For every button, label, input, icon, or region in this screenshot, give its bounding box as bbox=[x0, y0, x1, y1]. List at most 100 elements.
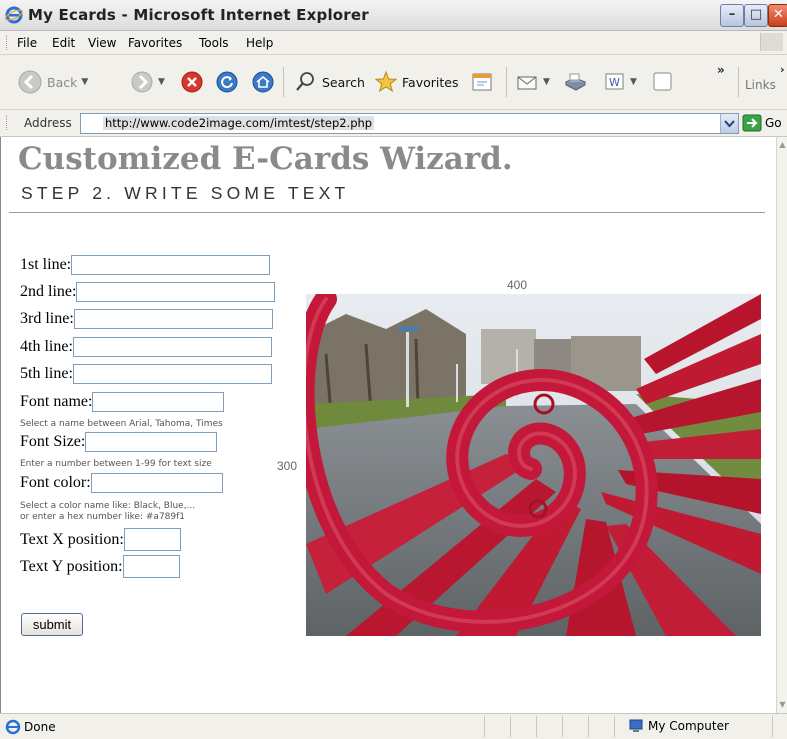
status-divider bbox=[510, 716, 511, 737]
favorites-button[interactable]: Favorites bbox=[374, 68, 458, 96]
text-x-row: Text X position: bbox=[20, 528, 181, 551]
title-bar: My Ecards - Microsoft Internet Explorer … bbox=[0, 0, 787, 31]
back-button[interactable]: Back ▼ bbox=[17, 68, 88, 96]
toolbar-separator bbox=[283, 67, 284, 97]
maximize-button[interactable]: □ bbox=[744, 4, 768, 27]
line4-row: 4th line: bbox=[20, 337, 272, 357]
minimize-button[interactable]: – bbox=[720, 4, 744, 27]
forward-dropdown-icon[interactable]: ▼ bbox=[158, 77, 165, 87]
edit-button[interactable]: W ▼ bbox=[604, 68, 637, 96]
edit-dropdown-icon[interactable]: ▼ bbox=[630, 77, 637, 87]
menu-help[interactable]: Help bbox=[246, 36, 273, 50]
print-icon bbox=[564, 73, 587, 91]
text-x-input[interactable] bbox=[123, 528, 181, 551]
line2-label: 2nd line: bbox=[20, 283, 77, 300]
menu-favorites[interactable]: Favorites bbox=[128, 36, 182, 50]
line5-input[interactable] bbox=[72, 364, 272, 384]
mail-dropdown-icon[interactable]: ▼ bbox=[543, 77, 550, 87]
status-text: Done bbox=[24, 720, 56, 734]
back-label: Back bbox=[47, 74, 78, 90]
menu-tools[interactable]: Tools bbox=[199, 36, 229, 50]
discuss-icon bbox=[653, 72, 672, 91]
favorites-label: Favorites bbox=[402, 74, 459, 90]
toolbar-overflow-chevron[interactable]: » bbox=[717, 63, 725, 77]
text-y-input[interactable] bbox=[122, 555, 180, 578]
font-color-input[interactable] bbox=[90, 473, 223, 493]
menu-file[interactable]: File bbox=[17, 36, 37, 50]
go-arrow-icon bbox=[742, 114, 762, 132]
page-subtitle: STEP 2. WRITE SOME TEXT bbox=[21, 183, 350, 203]
forward-arrow-icon bbox=[131, 71, 153, 93]
print-button[interactable] bbox=[562, 68, 588, 96]
windows-logo-icon bbox=[760, 33, 783, 51]
address-dropdown-button[interactable] bbox=[720, 114, 738, 133]
vertical-scrollbar[interactable]: ▲ ▼ bbox=[776, 137, 787, 713]
history-button[interactable] bbox=[470, 68, 494, 96]
submit-button[interactable]: submit bbox=[21, 613, 83, 636]
search-button[interactable]: Search bbox=[292, 68, 365, 96]
address-url[interactable]: http://www.code2image.com/imtest/step2.p… bbox=[103, 116, 375, 130]
menu-edit[interactable]: Edit bbox=[52, 36, 75, 50]
font-color-hint-hex: or enter a hex number like: #a789f1 bbox=[20, 512, 186, 522]
home-button[interactable] bbox=[251, 68, 275, 96]
line1-label: 1st line: bbox=[20, 256, 72, 273]
font-name-row: Font name: bbox=[20, 392, 225, 412]
page-title: Customized E-Cards Wizard. bbox=[18, 141, 513, 177]
stop-icon bbox=[181, 71, 203, 93]
line3-label: 3rd line: bbox=[20, 310, 74, 327]
menu-view[interactable]: View bbox=[88, 36, 116, 50]
font-size-label: Font Size: bbox=[20, 433, 86, 450]
status-divider bbox=[772, 716, 773, 737]
line1-input[interactable] bbox=[71, 255, 271, 275]
toolbar-grip[interactable] bbox=[6, 35, 9, 50]
forward-button[interactable]: ▼ bbox=[130, 68, 165, 96]
back-dropdown-icon[interactable]: ▼ bbox=[81, 77, 88, 87]
image-width-label: 400 bbox=[507, 278, 528, 292]
links-label[interactable]: Links bbox=[745, 78, 776, 92]
ecard-preview-image bbox=[306, 294, 761, 636]
line2-input[interactable] bbox=[76, 282, 276, 302]
addressbar-grip[interactable] bbox=[6, 115, 9, 130]
line4-input[interactable] bbox=[72, 337, 272, 357]
page-content: Customized E-Cards Wizard. STEP 2. WRITE… bbox=[0, 137, 777, 713]
search-label: Search bbox=[322, 74, 365, 90]
go-label: Go bbox=[765, 116, 782, 130]
font-color-row: Font color: bbox=[20, 473, 223, 493]
chevron-down-icon bbox=[724, 120, 735, 128]
status-divider bbox=[484, 716, 485, 737]
word-edit-icon: W bbox=[605, 73, 624, 90]
go-button[interactable]: Go bbox=[742, 113, 787, 133]
history-icon bbox=[472, 73, 492, 91]
scroll-down-icon[interactable]: ▼ bbox=[777, 699, 787, 711]
text-y-row: Text Y position: bbox=[20, 555, 180, 578]
line4-label: 4th line: bbox=[20, 338, 73, 355]
close-button[interactable]: ✕ bbox=[768, 4, 787, 27]
image-height-label: 300 bbox=[277, 459, 298, 473]
discuss-button[interactable] bbox=[652, 68, 674, 96]
font-name-label: Font name: bbox=[20, 393, 93, 410]
mail-button[interactable]: ▼ bbox=[515, 68, 550, 96]
stop-button[interactable] bbox=[180, 68, 204, 96]
links-overflow-chevron[interactable]: › bbox=[780, 63, 785, 76]
home-icon bbox=[252, 71, 274, 93]
address-field[interactable]: http://www.code2image.com/imtest/step2.p… bbox=[80, 113, 739, 134]
font-size-row: Font Size: bbox=[20, 432, 218, 452]
toolbar-separator bbox=[506, 67, 507, 97]
text-x-label: Text X position: bbox=[20, 530, 124, 548]
security-zone-label: My Computer bbox=[648, 719, 729, 733]
font-color-label: Font color: bbox=[20, 474, 91, 491]
text-y-label: Text Y position: bbox=[20, 557, 123, 575]
status-divider bbox=[588, 716, 589, 737]
window-title: My Ecards - Microsoft Internet Explorer bbox=[28, 6, 369, 24]
line5-label: 5th line: bbox=[20, 365, 73, 382]
favorites-star-icon bbox=[374, 70, 398, 93]
menu-bar: File Edit View Favorites Tools Help bbox=[0, 31, 787, 55]
refresh-button[interactable] bbox=[215, 68, 239, 96]
status-divider bbox=[614, 716, 615, 737]
line3-input[interactable] bbox=[73, 309, 273, 329]
scroll-up-icon[interactable]: ▲ bbox=[777, 139, 787, 151]
line3-row: 3rd line: bbox=[20, 309, 273, 329]
red-bench-spiral-photo bbox=[306, 294, 761, 636]
font-size-input[interactable] bbox=[85, 432, 218, 452]
font-name-input[interactable] bbox=[92, 392, 225, 412]
